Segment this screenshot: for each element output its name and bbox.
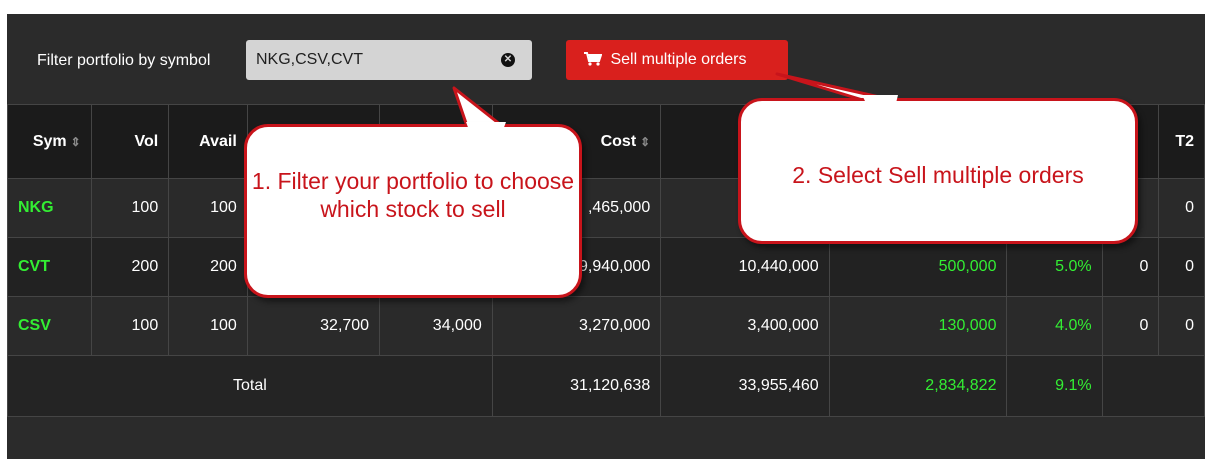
avail-cell: 100 <box>168 296 248 356</box>
column-header-avail[interactable]: Avail <box>168 104 248 179</box>
total-pl: 2,834,822 <box>828 355 1008 417</box>
cost-cell: 3,270,000 <box>491 296 662 356</box>
pl-cell: 130,000 <box>828 296 1008 356</box>
value-cell: 3,400,000 <box>660 296 830 356</box>
t2-cell: 0 <box>1158 178 1205 238</box>
vol-cell: 200 <box>90 237 170 297</box>
table-row[interactable]: CSV 100 100 32,700 34,000 3,270,000 3,40… <box>7 296 1205 356</box>
shopping-cart-icon <box>584 52 602 66</box>
total-pct: 9.1% <box>1006 355 1103 417</box>
filter-label: Filter portfolio by symbol <box>37 52 211 69</box>
symbol-cell[interactable]: CVT <box>7 237 92 297</box>
t2-cell: 0 <box>1158 296 1205 356</box>
callout-filter-instruction: 1. Filter your portfolio to choose which… <box>244 124 582 298</box>
total-cost: 31,120,638 <box>491 355 662 417</box>
symbol-cell[interactable]: CSV <box>7 296 92 356</box>
column-header-vol[interactable]: Vol <box>90 104 170 179</box>
column-header-sym[interactable]: Sym ⇕ <box>7 104 92 179</box>
symbol-cell[interactable]: NKG <box>7 178 92 238</box>
total-row: Total 31,120,638 33,955,460 2,834,822 9.… <box>7 355 1206 417</box>
pct-cell: 5.0% <box>1006 237 1103 297</box>
times-circle-icon[interactable]: ✕ <box>501 53 515 67</box>
total-value: 33,955,460 <box>660 355 830 417</box>
column-header-t2[interactable]: T2 <box>1158 104 1205 179</box>
pl-cell: 500,000 <box>828 237 1008 297</box>
sort-icon[interactable]: ⇕ <box>640 135 650 149</box>
price-cell: 32,700 <box>246 296 381 356</box>
t2-cell: 0 <box>1158 237 1205 297</box>
avail-cell: 100 <box>168 178 248 238</box>
sort-icon[interactable]: ⇕ <box>71 135 81 149</box>
sell-multiple-orders-label: Sell multiple orders <box>610 51 747 68</box>
total-label: Total <box>7 355 493 417</box>
pct-cell: 4.0% <box>1006 296 1103 356</box>
total-empty-cell <box>1101 355 1206 417</box>
t1-cell: 0 <box>1101 296 1160 356</box>
market-cell: 34,000 <box>379 296 493 356</box>
t1-cell: 0 <box>1101 237 1160 297</box>
vol-cell: 100 <box>90 296 170 356</box>
table-row[interactable]: CVT 200 200 9,940,000 10,440,000 500,000… <box>7 237 1205 297</box>
symbol-filter-input[interactable]: NKG,CSV,CVT <box>246 40 532 80</box>
sell-multiple-orders-button[interactable]: Sell multiple orders <box>566 40 788 80</box>
callout-sell-instruction: 2. Select Sell multiple orders <box>738 98 1138 244</box>
value-cell: 10,440,000 <box>660 237 830 297</box>
avail-cell: 200 <box>168 237 248 297</box>
vol-cell: 100 <box>90 178 170 238</box>
filter-bar: Filter portfolio by symbol NKG,CSV,CVT ✕… <box>7 14 1205 104</box>
